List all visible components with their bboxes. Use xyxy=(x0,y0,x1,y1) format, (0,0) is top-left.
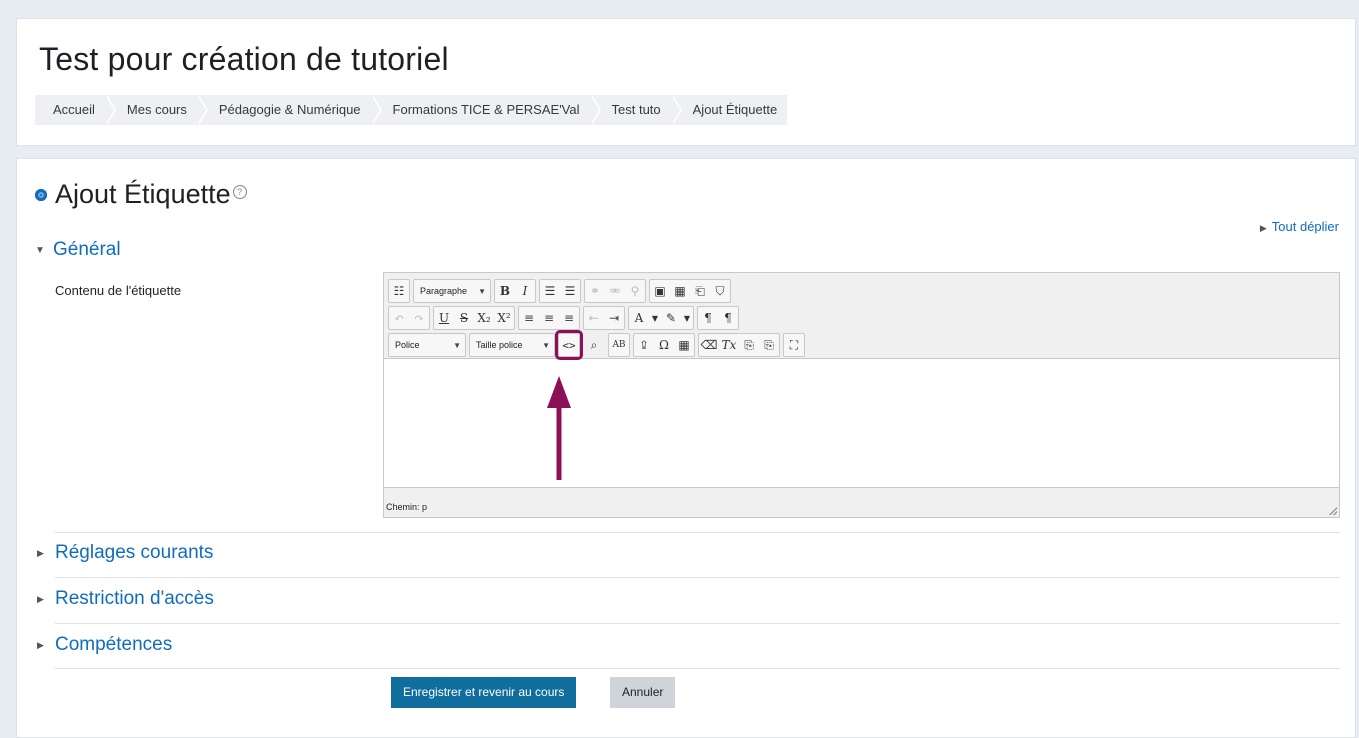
media-icon[interactable]: ▦ xyxy=(670,280,690,302)
toolbar-row-1: ☷ Paragraphe ▼ B I ☰ ☰ ⚭ ⚮ ⚲ ▣ ▦ ⎗ ⛉ xyxy=(388,279,731,303)
section-common-settings-toggle[interactable]: ▶ Réglages courants xyxy=(37,542,213,564)
breadcrumb-item-pedagogy[interactable]: Pédagogie & Numérique xyxy=(196,95,382,125)
editor-status-path: Chemin: p xyxy=(386,502,428,512)
help-icon[interactable]: ? xyxy=(232,184,247,199)
redo-icon[interactable]: ↷ xyxy=(409,307,429,329)
toolbar-toggle-icon[interactable]: ☷ xyxy=(389,280,409,302)
italic-icon[interactable]: I xyxy=(515,280,535,302)
subscript-icon[interactable]: X₂ xyxy=(474,307,494,329)
caret-right-icon: ▶ xyxy=(37,547,44,558)
upload-icon[interactable]: ⇪ xyxy=(634,334,654,356)
table-icon[interactable]: ▦ xyxy=(674,334,694,356)
align-center-icon[interactable]: ≡ xyxy=(539,307,559,329)
fullscreen-icon[interactable]: ⛶ xyxy=(784,334,804,356)
font-family-select[interactable]: Police ▼ xyxy=(389,334,465,356)
section-divider xyxy=(55,668,1340,669)
section-access-restriction-toggle[interactable]: ▶ Restriction d'accès xyxy=(37,588,214,610)
background-color-dropdown-icon[interactable]: ▼ xyxy=(681,307,693,329)
breadcrumb-item-my-courses[interactable]: Mes cours xyxy=(104,95,208,125)
save-and-return-button[interactable]: Enregistrer et revenir au cours xyxy=(391,677,577,708)
manage-files-icon[interactable]: ⎗ xyxy=(690,280,710,302)
caret-right-icon: ▶ xyxy=(37,639,44,650)
section-competencies-toggle[interactable]: ▶ Compétences xyxy=(37,634,172,656)
page-title: Test pour création de tutoriel xyxy=(39,41,449,77)
breadcrumb: Accueil Mes cours Pédagogie & Numérique … xyxy=(35,95,788,125)
expand-all-link[interactable]: ▶ Tout déplier xyxy=(1260,219,1339,234)
breadcrumb-item-current: Ajout Étiquette xyxy=(670,95,788,125)
section-access-restriction-title: Restriction d'accès xyxy=(55,588,214,609)
caret-right-icon: ▶ xyxy=(37,593,44,604)
resize-handle-icon[interactable] xyxy=(1329,507,1337,515)
text-color-dropdown-icon[interactable]: ▼ xyxy=(649,307,661,329)
code-icon[interactable]: <> xyxy=(559,334,579,356)
image-icon[interactable]: ▣ xyxy=(650,280,670,302)
ltr-icon[interactable]: ¶ xyxy=(698,307,718,329)
rich-text-editor: ☷ Paragraphe ▼ B I ☰ ☰ ⚭ ⚮ ⚲ ▣ ▦ ⎗ ⛉ ↶ ↷… xyxy=(383,272,1340,518)
form-title: Ajout Étiquette xyxy=(55,179,231,209)
section-competencies-title: Compétences xyxy=(55,634,173,655)
breadcrumb-item-trainings[interactable]: Formations TICE & PERSAE'Val xyxy=(370,95,601,125)
link-icon[interactable]: ⚭ xyxy=(585,280,605,302)
align-left-icon[interactable]: ≡ xyxy=(519,307,539,329)
caret-down-icon: ▼ xyxy=(35,244,45,256)
superscript-icon[interactable]: X² xyxy=(494,307,514,329)
rtl-icon[interactable]: ¶ xyxy=(718,307,738,329)
annotation-arrow xyxy=(547,376,571,480)
remove-format-icon[interactable]: Tx xyxy=(719,334,739,356)
content-label: Contenu de l'étiquette xyxy=(55,283,182,298)
underline-icon[interactable]: U xyxy=(434,307,454,329)
text-color-icon[interactable]: A xyxy=(629,307,649,329)
paste-word-icon[interactable]: ⎘ xyxy=(759,334,779,356)
toolbar-row-2: ↶ ↷ U S X₂ X² ≡ ≡ ≡ ⇤ ⇥ A ▼ ✎ ▼ ¶ ¶ xyxy=(388,306,739,330)
special-char-icon[interactable]: Ω xyxy=(654,334,674,356)
paste-text-icon[interactable]: ⎘ xyxy=(739,334,759,356)
section-general-toggle[interactable]: ▼ Général xyxy=(35,239,121,261)
section-divider xyxy=(55,577,1340,578)
html-source-highlight: <> xyxy=(555,330,583,360)
clean-format-icon[interactable]: ⌫ xyxy=(699,334,719,356)
find-replace-icon[interactable]: AB xyxy=(609,334,629,356)
breadcrumb-item-test-tuto[interactable]: Test tuto xyxy=(589,95,682,125)
page-header: Test pour création de tutoriel Accueil M… xyxy=(16,18,1356,146)
strikethrough-icon[interactable]: S xyxy=(454,307,474,329)
numbered-list-icon[interactable]: ☰ xyxy=(560,280,580,302)
section-common-settings-title: Réglages courants xyxy=(55,542,214,563)
bullet-list-icon[interactable]: ☰ xyxy=(540,280,560,302)
align-right-icon[interactable]: ≡ xyxy=(559,307,579,329)
format-select[interactable]: Paragraphe ▼ xyxy=(414,280,490,302)
form-card: Ajout Étiquette ? ▶ Tout déplier ▼ Généra… xyxy=(16,158,1356,738)
background-color-icon[interactable]: ✎ xyxy=(661,307,681,329)
section-divider xyxy=(55,532,1340,533)
section-general-title: Général xyxy=(53,239,121,260)
cancel-button[interactable]: Annuler xyxy=(610,677,676,708)
undo-icon[interactable]: ↶ xyxy=(389,307,409,329)
font-size-select[interactable]: Taille police ▼ xyxy=(470,334,554,356)
section-divider xyxy=(55,623,1340,624)
label-module-icon xyxy=(35,188,47,201)
bookmark-icon[interactable]: ⛉ xyxy=(710,280,730,302)
breadcrumb-item-home[interactable]: Accueil xyxy=(35,95,116,125)
outdent-icon[interactable]: ⇤ xyxy=(584,307,604,329)
form-heading: Ajout Étiquette ? xyxy=(35,179,247,210)
bold-icon[interactable]: B xyxy=(495,280,515,302)
indent-icon[interactable]: ⇥ xyxy=(604,307,624,329)
find-icon[interactable]: ⌕ xyxy=(583,333,605,357)
anchor-link-icon[interactable]: ⚲ xyxy=(625,280,645,302)
caret-right-icon: ▶ xyxy=(1259,223,1267,233)
unlink-icon[interactable]: ⚮ xyxy=(605,280,625,302)
toolbar-row-3: Police ▼ Taille police ▼ <> ⌕ AB ⇪ Ω ▦ ⌫ T… xyxy=(388,330,805,360)
editor-content-area[interactable] xyxy=(384,358,1339,488)
